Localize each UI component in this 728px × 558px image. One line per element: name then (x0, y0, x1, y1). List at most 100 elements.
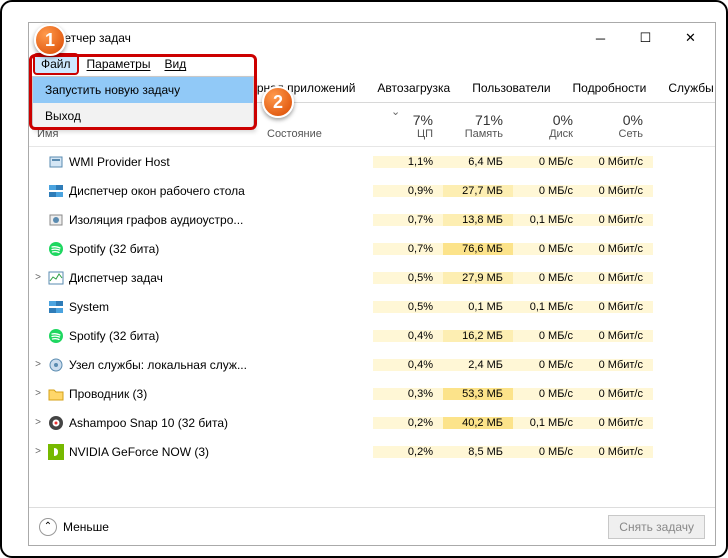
menu-options[interactable]: Параметры (81, 55, 157, 73)
end-task-button[interactable]: Снять задачу (608, 515, 705, 539)
disk-cell: 0 МБ/с (513, 272, 583, 284)
process-icon (47, 299, 65, 315)
minimize-button[interactable]: ─ (578, 23, 623, 53)
mem-cell: 0,1 МБ (443, 301, 513, 313)
menu-view[interactable]: Вид (158, 55, 192, 73)
mem-cell: 6,4 МБ (443, 156, 513, 168)
process-name: Узел службы: локальная служ... (65, 358, 263, 372)
col-memory[interactable]: 71% Память (443, 103, 513, 146)
collapse-icon[interactable]: ⌃ (39, 518, 57, 536)
table-row[interactable]: Изоляция графов аудиоустро...0,7%13,8 МБ… (29, 205, 715, 234)
mem-cell: 27,7 МБ (443, 185, 513, 197)
cpu-cell: 0,4% (373, 359, 443, 371)
process-name: System (65, 300, 263, 314)
process-name: Spotify (32 бита) (65, 329, 263, 343)
process-name: Ashampoo Snap 10 (32 бита) (65, 416, 263, 430)
net-cell: 0 Мбит/с (583, 388, 653, 400)
cpu-cell: 0,2% (373, 446, 443, 458)
titlebar: Диспетчер задач ─ ☐ ✕ (29, 23, 715, 53)
process-list[interactable]: WMI Provider Host1,1%6,4 МБ0 МБ/с0 Мбит/… (29, 147, 715, 507)
process-icon (47, 357, 65, 373)
process-name: NVIDIA GeForce NOW (3) (65, 445, 263, 459)
table-row[interactable]: >Проводник (3)0,3%53,3 МБ0 МБ/с0 Мбит/с (29, 379, 715, 408)
disk-cell: 0 МБ/с (513, 446, 583, 458)
disk-label: Диск (549, 128, 573, 140)
process-icon (47, 415, 65, 431)
disk-cell: 0,1 МБ/с (513, 417, 583, 429)
table-row[interactable]: WMI Provider Host 1,1%6,4 МБ0 МБ/с0 Мбит/… (29, 147, 715, 176)
table-row[interactable]: > Узел службы: локальная служ... 0,4%2,4 М… (29, 350, 715, 379)
table-row[interactable]: > NVIDIA GeForce NOW (3) 0,2%8,5 МБ0 МБ/с0… (29, 437, 715, 466)
mem-pct: 71% (475, 112, 503, 128)
close-button[interactable]: ✕ (668, 23, 713, 53)
cpu-cell: 0,9% (373, 185, 443, 197)
process-name: Изоляция графов аудиоустро... (65, 213, 263, 227)
tab-startup[interactable]: Автозагрузка (366, 75, 461, 102)
expand-icon[interactable]: > (29, 446, 47, 457)
process-icon (47, 328, 65, 344)
maximize-button[interactable]: ☐ (623, 23, 668, 53)
content-area: Имя Состояние 7% ЦП 71% Память 0% Диск 0… (29, 103, 715, 507)
net-cell: 0 Мбит/с (583, 359, 653, 371)
cpu-cell: 0,7% (373, 243, 443, 255)
callout-2: 2 (262, 86, 294, 118)
mem-cell: 8,5 МБ (443, 446, 513, 458)
disk-cell: 0 МБ/с (513, 156, 583, 168)
mem-cell: 16,2 МБ (443, 330, 513, 342)
menu-exit[interactable]: Выход (33, 103, 253, 129)
footer: ⌃ Меньше Снять задачу (29, 507, 715, 545)
process-icon (47, 154, 65, 170)
menu-run-new-task[interactable]: Запустить новую задачу (33, 77, 253, 103)
disk-cell: 0 МБ/с (513, 388, 583, 400)
mem-cell: 13,8 МБ (443, 214, 513, 226)
net-cell: 0 Мбит/с (583, 156, 653, 168)
disk-cell: 0 МБ/с (513, 359, 583, 371)
process-icon (47, 212, 65, 228)
table-row[interactable]: Диспетчер окон рабочего стола0,9%27,7 МБ… (29, 176, 715, 205)
mem-cell: 53,3 МБ (443, 388, 513, 400)
disk-cell: 0 МБ/с (513, 330, 583, 342)
process-icon (47, 444, 65, 460)
net-cell: 0 Мбит/с (583, 330, 653, 342)
tab-users[interactable]: Пользователи (461, 75, 561, 102)
window-title: Диспетчер задач (37, 31, 578, 45)
disk-cell: 0,1 МБ/с (513, 301, 583, 313)
process-icon (47, 386, 65, 402)
col-disk[interactable]: 0% Диск (513, 103, 583, 146)
cpu-cell: 1,1% (373, 156, 443, 168)
fewer-details-link[interactable]: Меньше (63, 520, 109, 534)
disk-cell: 0 МБ/с (513, 185, 583, 197)
net-cell: 0 Мбит/с (583, 446, 653, 458)
table-row[interactable]: System0,5%0,1 МБ0,1 МБ/с0 Мбит/с (29, 292, 715, 321)
expand-icon[interactable]: > (29, 272, 47, 283)
disk-cell: 0,1 МБ/с (513, 214, 583, 226)
net-cell: 0 Мбит/с (583, 417, 653, 429)
table-row[interactable]: >Диспетчер задач0,5%27,9 МБ0 МБ/с0 Мбит/… (29, 263, 715, 292)
cpu-cell: 0,4% (373, 330, 443, 342)
net-cell: 0 Мбит/с (583, 185, 653, 197)
process-name: Проводник (3) (65, 387, 263, 401)
callout-1: 1 (34, 24, 66, 56)
col-cpu[interactable]: 7% ЦП (373, 103, 443, 146)
expand-icon[interactable]: > (29, 388, 47, 399)
net-cell: 0 Мбит/с (583, 214, 653, 226)
process-icon (47, 241, 65, 257)
menubar: Файл Параметры Вид (29, 53, 715, 75)
mem-cell: 2,4 МБ (443, 359, 513, 371)
menu-file[interactable]: Файл (33, 53, 79, 75)
col-network[interactable]: 0% Сеть (583, 103, 653, 146)
table-row[interactable]: Spotify (32 бита) 0,4%16,2 МБ0 МБ/с0 Мбит… (29, 321, 715, 350)
disk-cell: 0 МБ/с (513, 243, 583, 255)
cpu-label: ЦП (417, 128, 433, 140)
mem-cell: 76,6 МБ (443, 243, 513, 255)
expand-icon[interactable]: > (29, 417, 47, 428)
cpu-cell: 0,5% (373, 301, 443, 313)
process-name: WMI Provider Host (65, 155, 263, 169)
expand-icon[interactable]: > (29, 359, 47, 370)
cpu-pct: 7% (413, 112, 433, 128)
table-row[interactable]: Spotify (32 бита)0,7%76,6 МБ0 МБ/с0 Мбит… (29, 234, 715, 263)
tab-services[interactable]: Службы (657, 75, 724, 102)
cpu-cell: 0,5% (373, 272, 443, 284)
tab-details[interactable]: Подробности (562, 75, 658, 102)
table-row[interactable]: >Ashampoo Snap 10 (32 бита)0,2%40,2 МБ0,… (29, 408, 715, 437)
